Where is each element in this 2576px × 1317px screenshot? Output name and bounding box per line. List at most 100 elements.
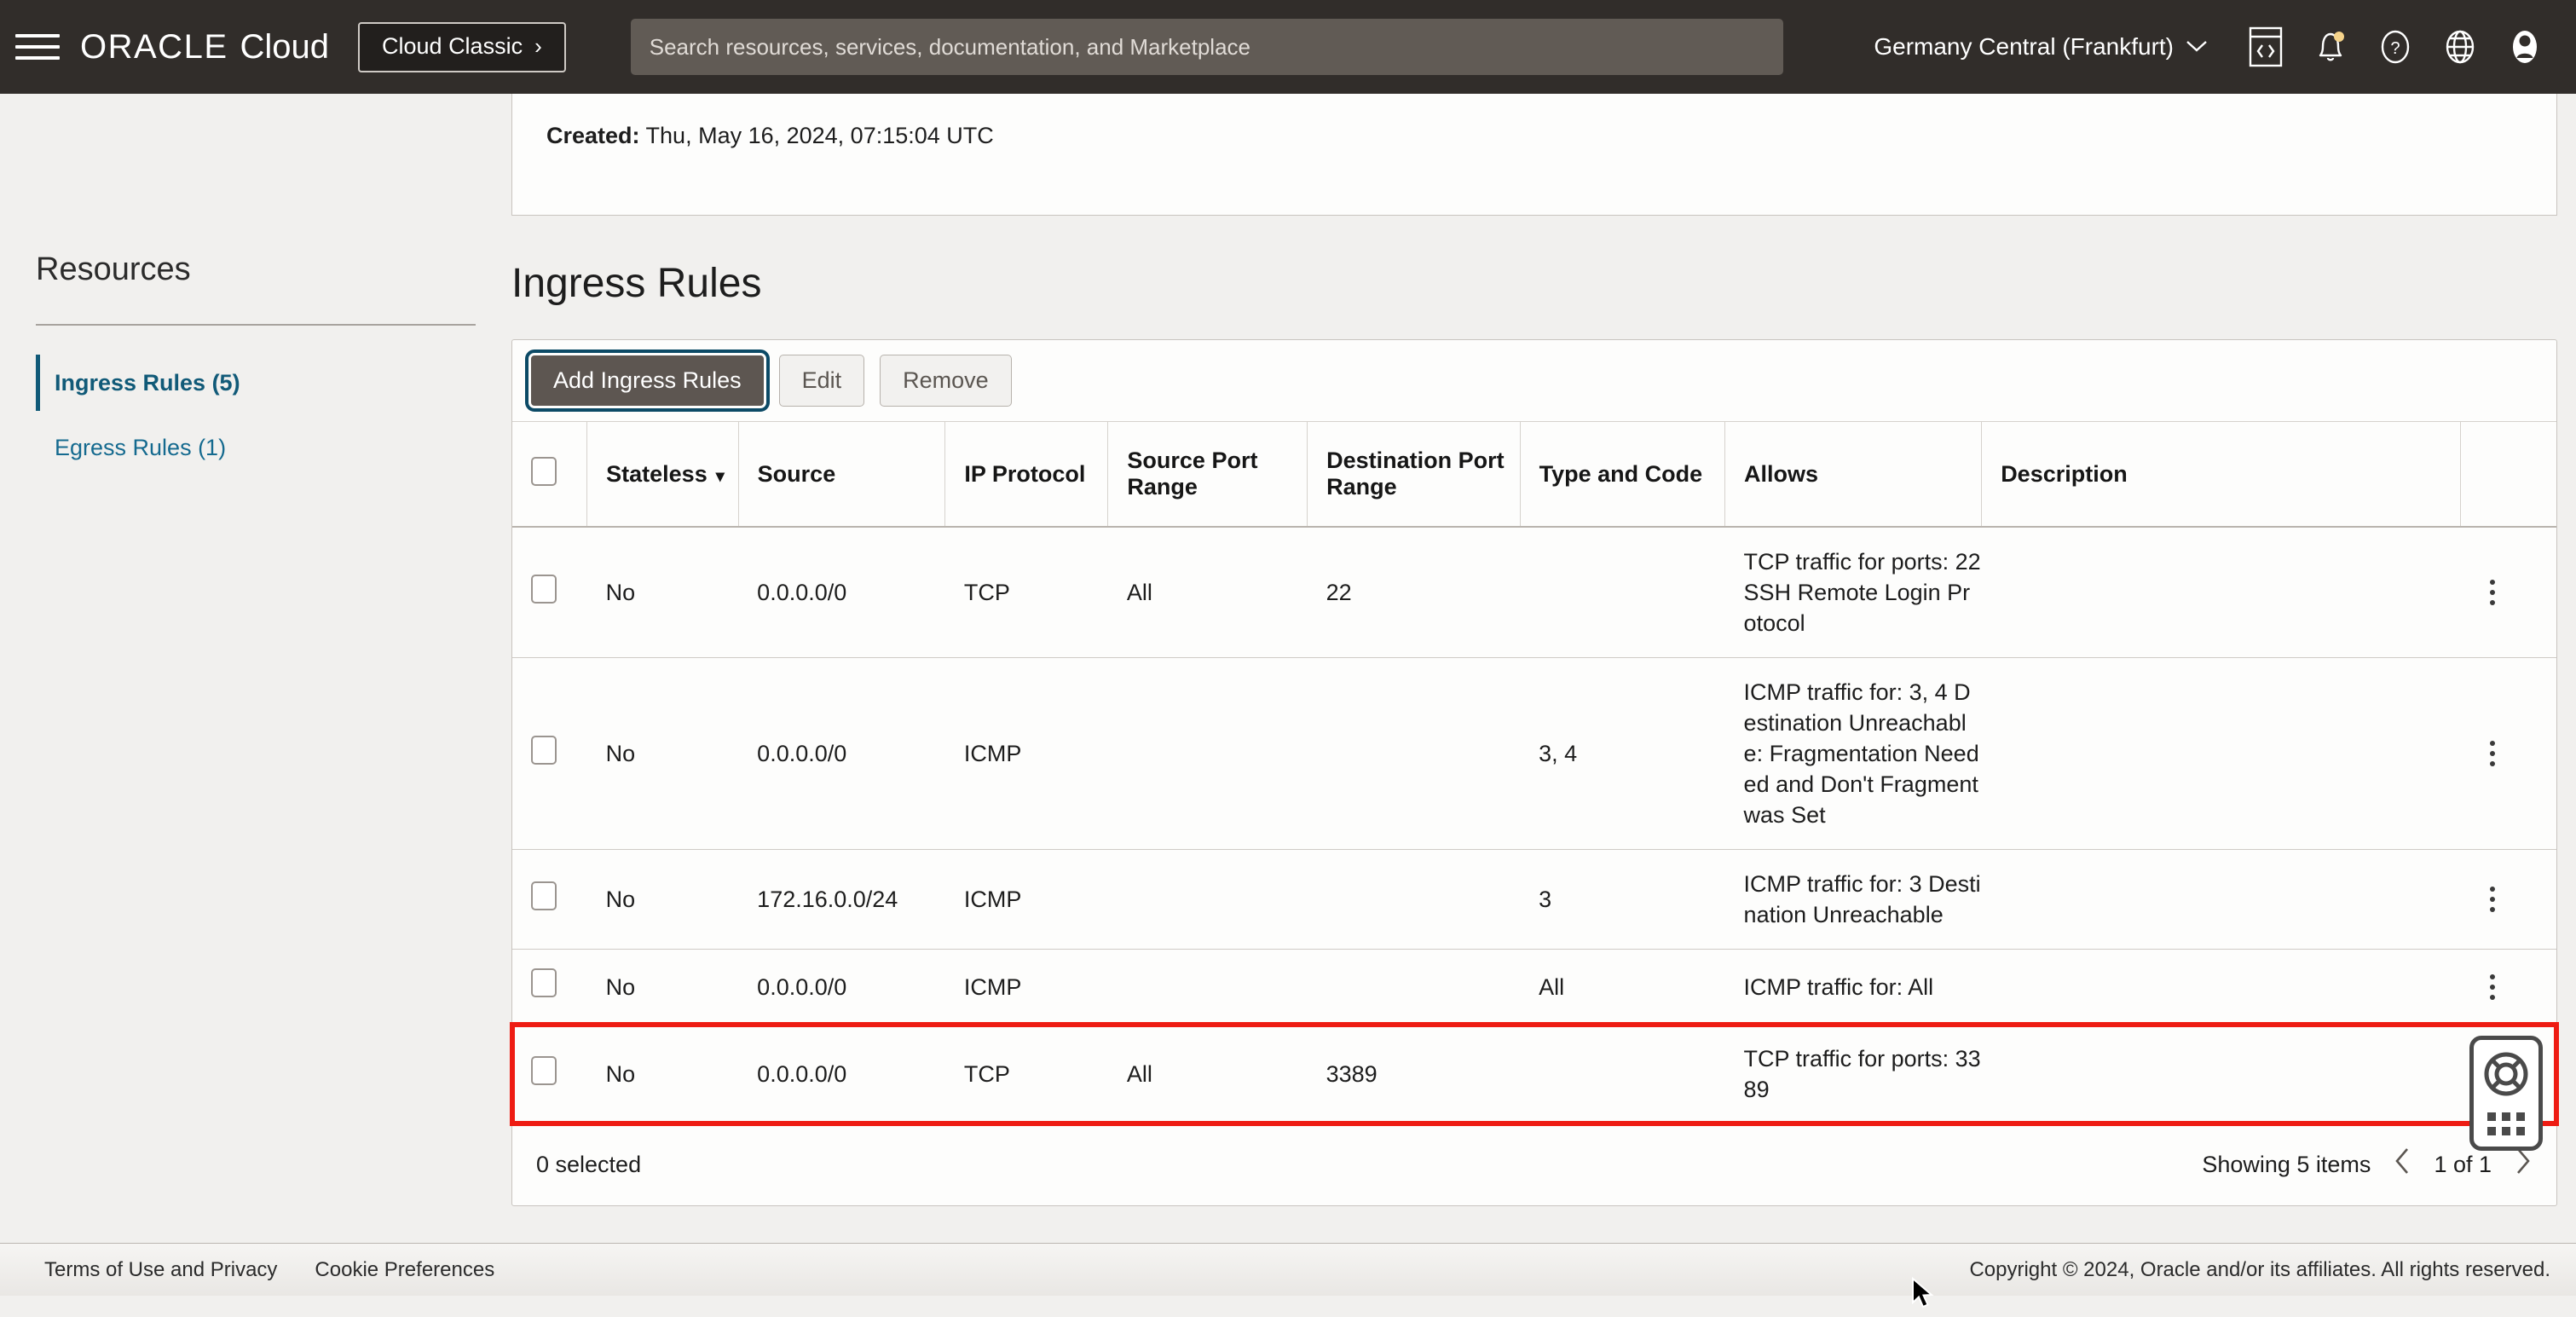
code-editor-icon[interactable]: [2233, 14, 2298, 79]
column-header-description[interactable]: Description: [1982, 422, 2461, 527]
notifications-bell-icon[interactable]: [2298, 14, 2363, 79]
help-floating-widget[interactable]: [2469, 1036, 2543, 1151]
column-label: Stateless: [606, 461, 708, 487]
row-actions-kebab-icon[interactable]: [2480, 741, 2505, 766]
footer-link-terms[interactable]: Terms of Use and Privacy: [44, 1258, 277, 1282]
edit-button[interactable]: Edit: [779, 355, 865, 407]
life-ring-icon[interactable]: [2481, 1048, 2532, 1104]
hamburger-line: [15, 34, 60, 38]
table-row-highlighted[interactable]: No 0.0.0.0/0 TCP All 3389 TCP traffic fo…: [512, 1025, 2556, 1124]
page-indicator: 1 of 1: [2434, 1152, 2492, 1178]
cell-ip-protocol: ICMP: [945, 950, 1108, 1025]
row-select-cell: [512, 950, 587, 1025]
column-header-allows[interactable]: Allows: [1725, 422, 1982, 527]
table-row[interactable]: No 0.0.0.0/0 ICMP All ICMP traffic for: …: [512, 950, 2556, 1025]
row-checkbox[interactable]: [531, 1056, 557, 1085]
page-body: Resources Ingress Rules (5) Egress Rules…: [0, 94, 2576, 1296]
cloud-classic-button[interactable]: Cloud Classic ›: [358, 22, 566, 72]
sidebar-title: Resources: [36, 251, 511, 288]
drag-handle-dots-icon[interactable]: [2487, 1112, 2525, 1135]
cell-ip-protocol: ICMP: [945, 658, 1108, 850]
resources-sidebar: Resources Ingress Rules (5) Egress Rules…: [0, 94, 511, 1236]
row-select-cell: [512, 1025, 587, 1124]
row-actions-cell: [2461, 658, 2556, 850]
remove-button[interactable]: Remove: [880, 355, 1012, 407]
help-question-icon[interactable]: ?: [2363, 14, 2428, 79]
chevron-down-icon: [2186, 36, 2208, 58]
cell-source-port-range: [1108, 850, 1308, 950]
sidebar-item-egress-rules[interactable]: Egress Rules (1): [36, 418, 511, 477]
sort-caret-icon: ▾: [716, 467, 725, 486]
main-content: Created: Thu, May 16, 2024, 07:15:04 UTC…: [511, 94, 2576, 1206]
cell-source-port-range: [1108, 658, 1308, 850]
row-checkbox[interactable]: [531, 968, 557, 997]
row-checkbox[interactable]: [531, 736, 557, 765]
column-header-source-port-range[interactable]: Source Port Range: [1108, 422, 1308, 527]
chevron-right-icon: ›: [534, 33, 542, 60]
row-actions-kebab-icon[interactable]: [2480, 887, 2505, 912]
details-card: Created: Thu, May 16, 2024, 07:15:04 UTC: [511, 94, 2557, 216]
cell-destination-port-range: [1308, 950, 1520, 1025]
cell-description: [1982, 658, 2461, 850]
footer-link-cookies[interactable]: Cookie Preferences: [315, 1258, 494, 1282]
page-footer: Terms of Use and Privacy Cookie Preferen…: [0, 1243, 2576, 1296]
next-page-icon[interactable]: [2514, 1147, 2533, 1183]
cell-destination-port-range: [1308, 658, 1520, 850]
sidebar-item-ingress-rules[interactable]: Ingress Rules (5): [36, 353, 511, 413]
row-actions-cell: [2461, 950, 2556, 1025]
column-header-type-and-code[interactable]: Type and Code: [1520, 422, 1724, 527]
previous-page-icon[interactable]: [2393, 1147, 2411, 1183]
column-header-stateless[interactable]: Stateless ▾: [587, 422, 739, 527]
cell-type-and-code: All: [1520, 950, 1724, 1025]
cell-source-port-range: All: [1108, 1025, 1308, 1124]
cell-description: [1982, 950, 2461, 1025]
cell-source: 0.0.0.0/0: [738, 527, 945, 658]
row-checkbox[interactable]: [531, 881, 557, 910]
cell-stateless: No: [587, 950, 739, 1025]
oracle-cloud-logo[interactable]: ORACLE Cloud: [80, 28, 329, 66]
cell-allows: ICMP traffic for: 3, 4 Destination Unrea…: [1725, 658, 1982, 850]
selected-count-label: 0 selected: [536, 1152, 641, 1178]
top-navigation-bar: ORACLE Cloud Cloud Classic › Germany Cen…: [0, 0, 2576, 94]
search-input[interactable]: [631, 19, 1783, 75]
hamburger-line: [15, 45, 60, 49]
add-ingress-rules-button[interactable]: Add Ingress Rules: [531, 355, 764, 406]
sidebar-item-label: Egress Rules (1): [55, 435, 226, 461]
cell-ip-protocol: TCP: [945, 1025, 1108, 1124]
footer-links: Terms of Use and Privacy Cookie Preferen…: [44, 1258, 494, 1282]
hamburger-menu-icon[interactable]: [15, 30, 60, 64]
showing-items-label: Showing 5 items: [2202, 1152, 2371, 1178]
table-row[interactable]: No 172.16.0.0/24 ICMP 3 ICMP traffic for…: [512, 850, 2556, 950]
row-select-cell: [512, 527, 587, 658]
table-row[interactable]: No 0.0.0.0/0 ICMP 3, 4 ICMP traffic for:…: [512, 658, 2556, 850]
cell-type-and-code: [1520, 527, 1724, 658]
cell-description: [1982, 527, 2461, 658]
column-header-source[interactable]: Source: [738, 422, 945, 527]
column-header-ip-protocol[interactable]: IP Protocol: [945, 422, 1108, 527]
row-actions-kebab-icon[interactable]: [2480, 974, 2505, 1000]
select-all-header: [512, 422, 587, 527]
language-globe-icon[interactable]: [2428, 14, 2492, 79]
oracle-wordmark: ORACLE: [80, 28, 228, 66]
footer-copyright: Copyright © 2024, Oracle and/or its affi…: [1969, 1258, 2550, 1282]
cell-source-port-range: [1108, 950, 1308, 1025]
row-checkbox[interactable]: [531, 575, 557, 604]
cell-source-port-range: All: [1108, 527, 1308, 658]
user-avatar-icon[interactable]: [2492, 14, 2557, 79]
region-label: Germany Central (Frankfurt): [1874, 33, 2174, 61]
row-actions-cell: [2461, 850, 2556, 950]
cell-description: [1982, 850, 2461, 950]
cell-source: 0.0.0.0/0: [738, 950, 945, 1025]
row-actions-kebab-icon[interactable]: [2480, 580, 2505, 605]
table-row[interactable]: No 0.0.0.0/0 TCP All 22 TCP traffic for …: [512, 527, 2556, 658]
cell-allows: TCP traffic for ports: 3389: [1725, 1025, 1982, 1124]
select-all-checkbox[interactable]: [531, 457, 557, 486]
cell-ip-protocol: TCP: [945, 527, 1108, 658]
cell-source: 172.16.0.0/24: [738, 850, 945, 950]
global-search-box[interactable]: [631, 19, 1783, 75]
table-footer: 0 selected Showing 5 items 1 of 1: [512, 1123, 2556, 1205]
column-header-actions: [2461, 422, 2556, 527]
region-selector[interactable]: Germany Central (Frankfurt): [1874, 33, 2208, 61]
column-header-destination-port-range[interactable]: Destination Port Range: [1308, 422, 1520, 527]
cloud-classic-label: Cloud Classic: [382, 33, 523, 60]
